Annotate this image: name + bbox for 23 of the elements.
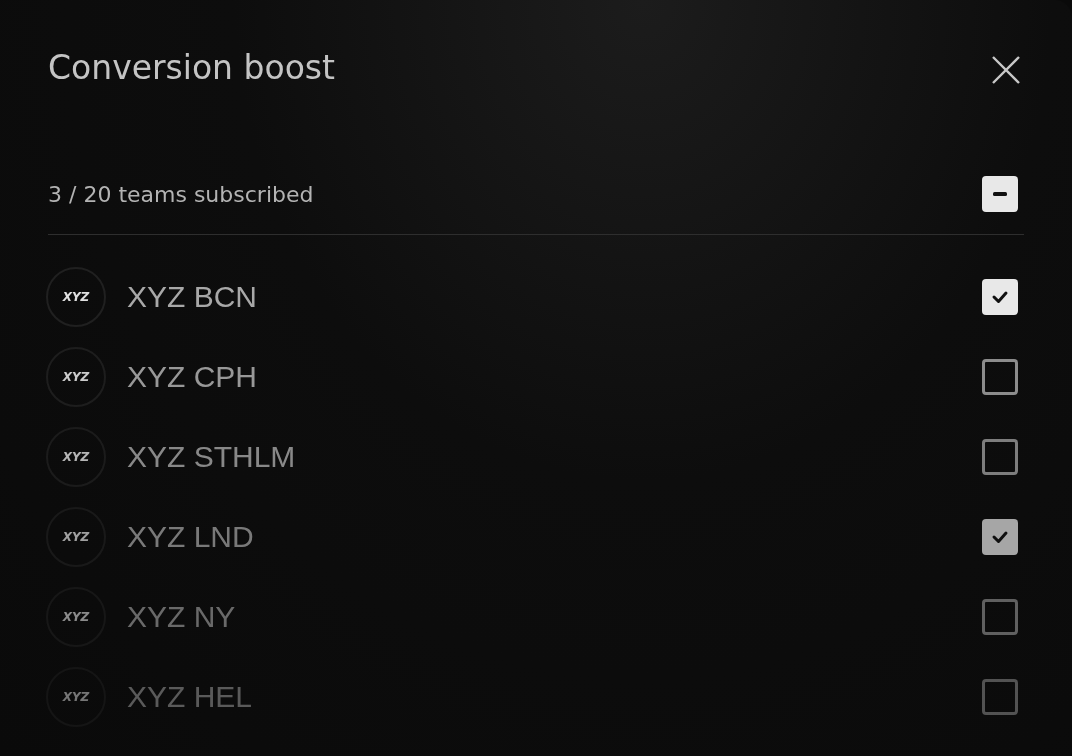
team-name: XYZ LND (127, 520, 254, 554)
team-name: XYZ BCN (127, 280, 258, 314)
minus-icon (993, 192, 1007, 196)
subscription-count: 3 / 20 teams subscribed (48, 181, 314, 207)
team-checkbox[interactable] (982, 359, 1018, 395)
team-logo: XYZ (46, 507, 106, 567)
team-logo: XYZ (46, 347, 106, 407)
select-all-checkbox[interactable] (982, 176, 1018, 212)
team-checkbox[interactable] (982, 599, 1018, 635)
team-checkbox[interactable] (982, 439, 1018, 475)
close-icon[interactable] (990, 54, 1022, 86)
team-name: XYZ NY (127, 600, 236, 634)
team-checkbox[interactable] (982, 519, 1018, 555)
dialog-title: Conversion boost (48, 48, 335, 88)
team-name: XYZ STHLM (127, 440, 296, 474)
team-checkbox[interactable] (982, 679, 1018, 715)
team-logo: XYZ (46, 267, 106, 327)
team-name: XYZ HEL (127, 680, 253, 714)
team-checkbox[interactable] (982, 279, 1018, 315)
team-name: XYZ CPH (127, 360, 258, 394)
team-logo: XYZ (46, 667, 106, 727)
team-logo: XYZ (46, 427, 106, 487)
team-logo: XYZ (46, 587, 106, 647)
